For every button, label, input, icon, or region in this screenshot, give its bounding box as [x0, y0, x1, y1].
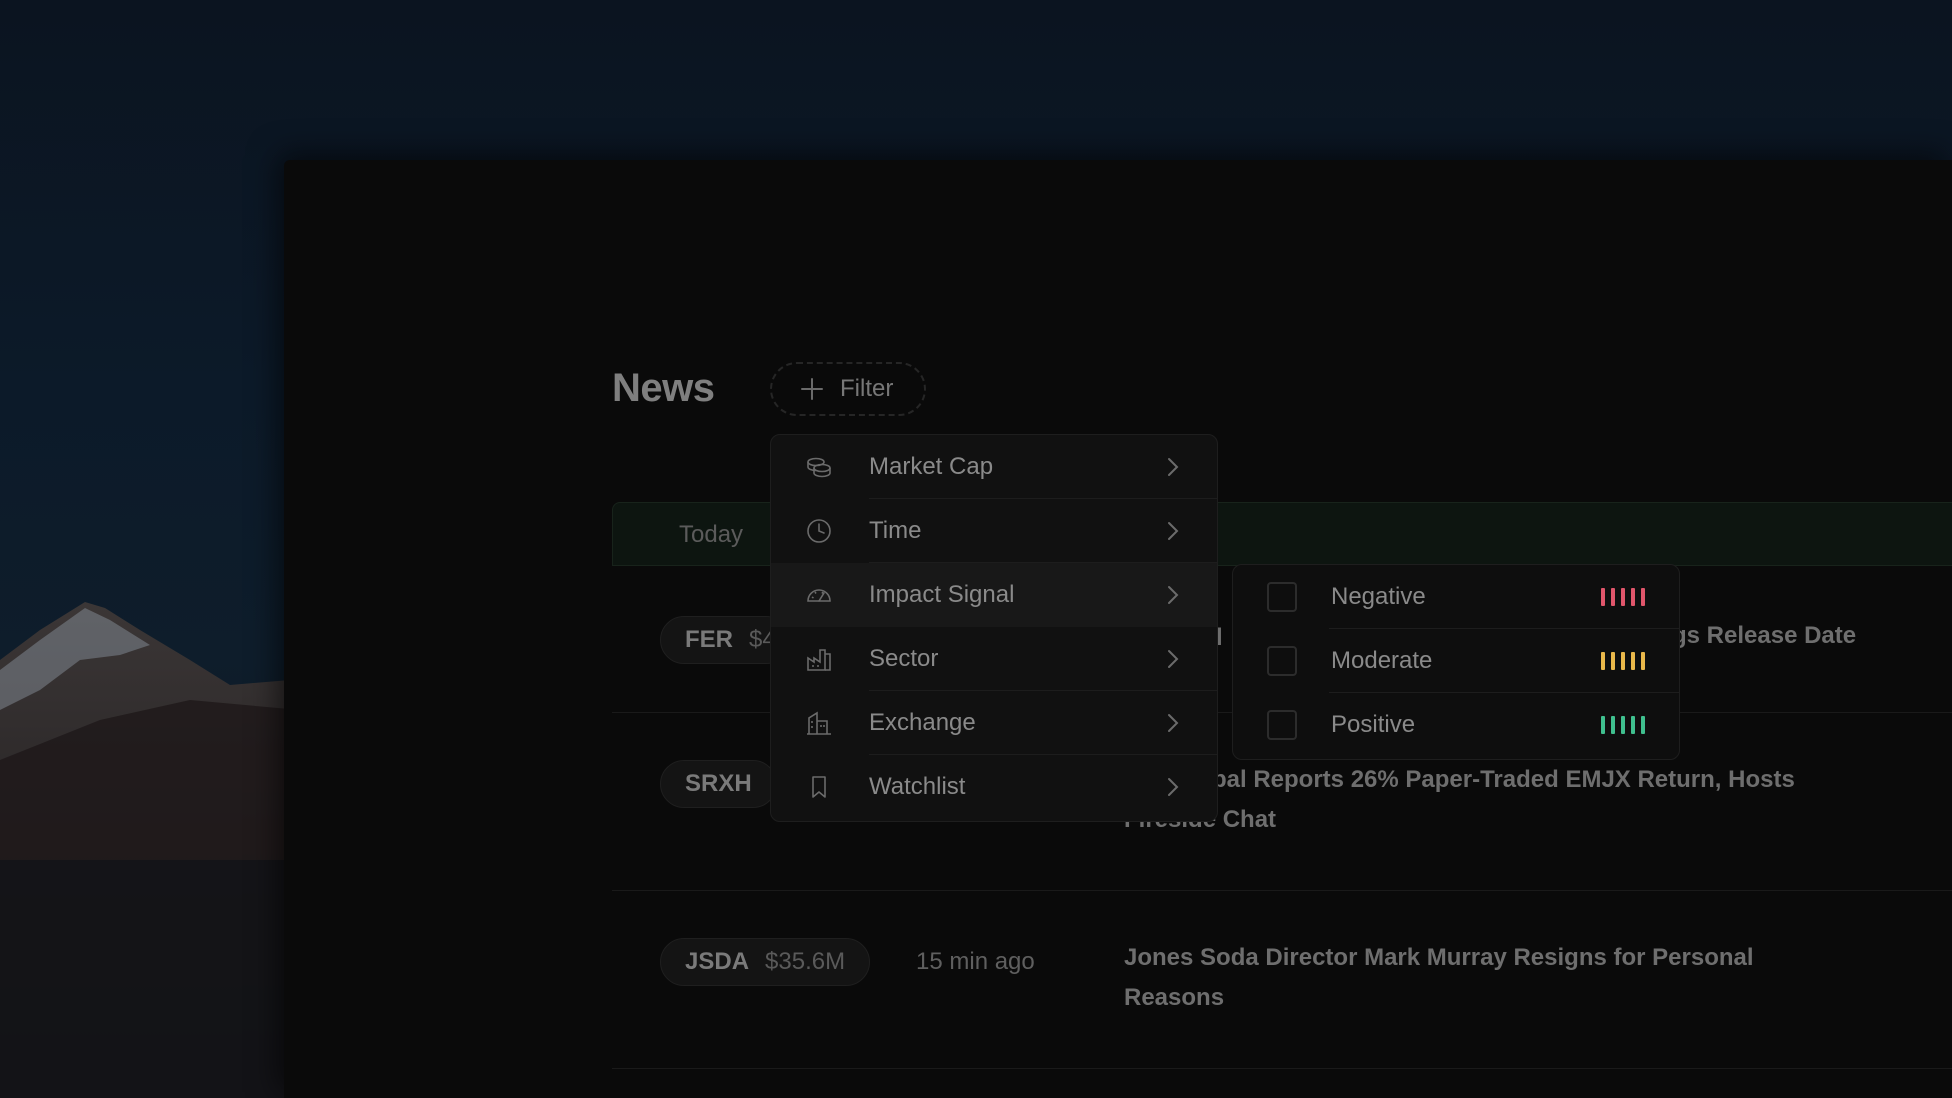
menu-item-impact-signal[interactable]: Impact Signal	[771, 563, 1217, 627]
filter-button[interactable]: Filter	[770, 362, 926, 416]
menu-item-label: Watchlist	[869, 773, 966, 800]
filter-menu: Market Cap Time Impact Signal Sector Exc…	[770, 434, 1218, 822]
ticker: FER	[685, 626, 733, 653]
plus-icon	[801, 378, 823, 400]
chevron-right-icon	[1168, 522, 1179, 540]
option-negative[interactable]: Negative	[1233, 565, 1679, 629]
chevron-right-icon	[1168, 586, 1179, 604]
headline[interactable]: Jones Soda Director Mark Murray Resigns …	[1124, 938, 1844, 1018]
building-icon	[807, 711, 831, 735]
menu-item-label: Sector	[869, 645, 939, 672]
bookmark-icon	[812, 776, 826, 798]
negative-signal-icon	[1601, 588, 1645, 606]
ticker: SRXH	[685, 770, 752, 797]
negative-checkbox[interactable]	[1267, 582, 1297, 612]
menu-item-sector[interactable]: Sector	[771, 627, 1217, 691]
option-label: Negative	[1331, 583, 1426, 610]
option-label: Moderate	[1331, 647, 1433, 674]
news-row[interactable]: JSDA $35.6M 15 min ago Jones Soda Direct…	[612, 890, 1952, 1069]
coins-icon	[807, 457, 831, 478]
ticker-pill[interactable]: JSDA $35.6M	[660, 938, 871, 986]
ticker-pill[interactable]: SRXH	[660, 760, 777, 808]
positive-checkbox[interactable]	[1267, 710, 1297, 740]
option-moderate[interactable]: Moderate	[1233, 629, 1679, 693]
menu-item-label: Market Cap	[869, 453, 994, 480]
moderate-checkbox[interactable]	[1267, 646, 1297, 676]
background-mountain	[0, 602, 300, 1098]
headline-text: bal Reports 26% Paper-Traded EMJX Return…	[1124, 766, 1795, 833]
menu-item-time[interactable]: Time	[771, 499, 1217, 563]
page-title: News	[612, 366, 715, 410]
moderate-signal-icon	[1601, 652, 1645, 670]
tab-today[interactable]: Today	[679, 521, 743, 549]
chevron-right-icon	[1168, 714, 1179, 732]
headline[interactable]: bal Reports 26% Paper-Traded EMJX Return…	[1124, 760, 1864, 840]
chevron-right-icon	[1168, 778, 1179, 796]
gauge-icon	[807, 589, 831, 602]
chevron-right-icon	[1168, 650, 1179, 668]
positive-signal-icon	[1601, 716, 1645, 734]
impact-signal-submenu: Negative Moderate Positive	[1232, 564, 1680, 760]
option-label: Positive	[1331, 711, 1416, 738]
menu-item-label: Impact Signal	[869, 581, 1015, 608]
clock-icon	[807, 519, 831, 543]
time-ago: 15 min ago	[916, 948, 1035, 975]
factory-icon	[807, 649, 831, 671]
chevron-right-icon	[1168, 458, 1179, 476]
menu-item-market-cap[interactable]: Market Cap	[771, 435, 1217, 499]
menu-item-exchange[interactable]: Exchange	[771, 691, 1217, 755]
filter-label: Filter	[840, 375, 894, 402]
menu-item-label: Exchange	[869, 709, 976, 736]
headline[interactable]: gs Release Date	[1672, 616, 1932, 656]
menu-item-label: Time	[869, 517, 922, 544]
market-cap: $35.6M	[765, 948, 846, 975]
ticker: JSDA	[685, 948, 750, 975]
menu-item-watchlist[interactable]: Watchlist	[771, 755, 1217, 819]
option-positive[interactable]: Positive	[1233, 693, 1679, 757]
